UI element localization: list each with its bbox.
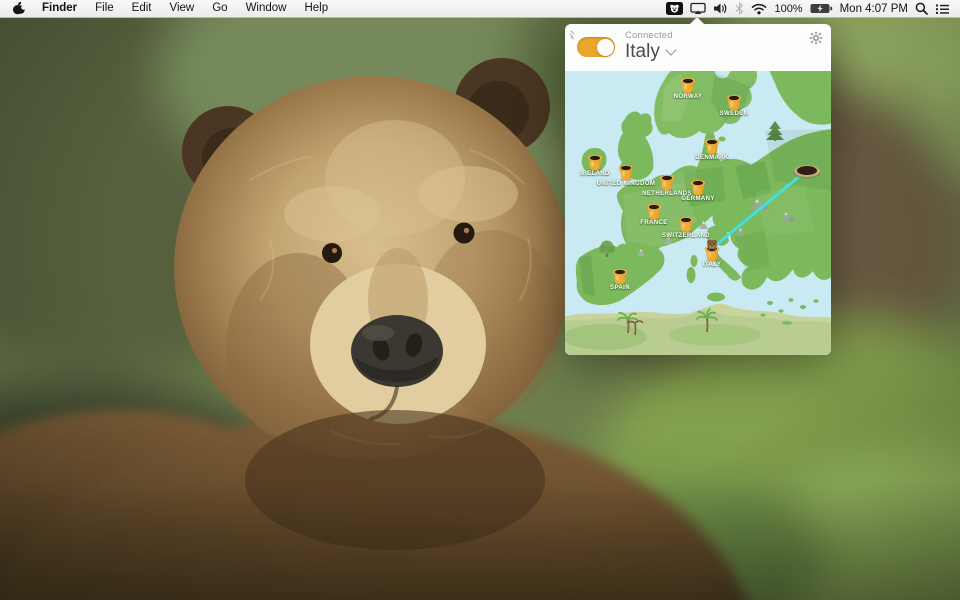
menu-item-file[interactable]: File — [86, 2, 123, 14]
battery-charging-icon — [810, 3, 833, 14]
menu-bar-clock[interactable]: Mon 4:07 PM — [840, 3, 908, 15]
country-label: IRELAND — [580, 171, 609, 177]
honey-pot-icon — [586, 146, 604, 171]
honey-pot-icon — [658, 166, 676, 191]
battery-percent: 100% — [774, 3, 802, 15]
europe-map: NORWAY SWEDEN DENMARK IRELAND UNITED KIN… — [565, 71, 831, 355]
gear-icon — [809, 31, 823, 45]
menu-item-edit[interactable]: Edit — [123, 2, 161, 14]
battery-icon[interactable] — [810, 3, 833, 14]
menu-bar-left: FinderFileEditViewGoWindowHelp — [0, 0, 337, 17]
wifi-icon[interactable] — [751, 3, 767, 15]
menu-bar-right: 100% Mon 4:07 PM — [666, 2, 960, 15]
wifi-fan-icon — [751, 3, 767, 15]
search-icon — [915, 2, 928, 15]
honey-pot-icon — [703, 130, 721, 155]
country-label: SWEDEN — [720, 111, 749, 117]
tunnelbear-menubar-icon[interactable] — [666, 2, 683, 15]
apple-menu[interactable] — [0, 1, 33, 16]
notification-center-icon[interactable] — [935, 3, 950, 15]
map-marker-sweden[interactable]: SWEDEN — [725, 86, 743, 111]
bluetooth-icon[interactable] — [735, 2, 744, 15]
apple-logo-icon — [12, 1, 25, 16]
speaker-icon — [713, 2, 728, 15]
country-label: NORWAY — [674, 94, 703, 100]
menu-item-window[interactable]: Window — [237, 2, 296, 14]
honey-pot-icon — [611, 260, 629, 285]
map-marker-norway[interactable]: NORWAY — [679, 71, 697, 94]
volume-icon[interactable] — [713, 2, 728, 15]
display-mirroring-icon[interactable] — [690, 2, 706, 15]
map-marker-united-kingdom[interactable]: UNITED KINGDOM — [617, 156, 635, 181]
selected-country: Italy — [625, 41, 660, 63]
toggle-knob — [597, 39, 614, 56]
map-marker-italy[interactable]: ITALY — [703, 237, 721, 262]
menu-item-help[interactable]: Help — [295, 2, 337, 14]
honey-pot-icon — [725, 86, 743, 111]
map-marker-ireland[interactable]: IRELAND — [586, 146, 604, 171]
country-label: GERMANY — [681, 196, 714, 202]
honey-pot-icon — [617, 156, 635, 181]
map-marker-germany[interactable]: GERMANY — [689, 171, 707, 196]
display-icon — [690, 2, 706, 15]
list-lines-icon — [935, 3, 950, 15]
panel-header: Connected Italy — [565, 24, 831, 71]
menu-item-finder[interactable]: Finder — [33, 2, 86, 14]
country-label: DENMARK — [695, 155, 728, 161]
map-marker-france[interactable]: FRANCE — [645, 195, 663, 220]
desktop: FinderFileEditViewGoWindowHelp — [0, 0, 960, 600]
honey-pot-icon — [703, 237, 721, 262]
map-marker-netherlands[interactable]: NETHERLANDS — [658, 166, 676, 191]
map-marker-denmark[interactable]: DENMARK — [703, 130, 721, 155]
country-label: UNITED KINGDOM — [597, 181, 656, 187]
honey-pot-icon — [679, 71, 697, 94]
tunnelbear-panel: Connected Italy — [565, 17, 831, 355]
menu-item-view[interactable]: View — [161, 2, 204, 14]
country-label: ITALY — [703, 262, 721, 268]
chevron-down-icon — [665, 44, 676, 55]
header-text: Connected Italy — [625, 30, 675, 63]
vpn-toggle[interactable] — [577, 37, 615, 57]
map-marker-switzerland[interactable]: SWITZERLAND — [677, 208, 695, 233]
panel-body: Connected Italy — [565, 24, 831, 355]
bluetooth-glyph-icon — [735, 2, 744, 15]
country-selector[interactable]: Italy — [625, 41, 675, 63]
honey-pot-icon — [677, 208, 695, 233]
spotlight-search-icon[interactable] — [915, 2, 928, 15]
settings-gear-button[interactable] — [809, 31, 823, 50]
honey-pot-icon — [689, 171, 707, 196]
tunnelbear-bear-icon — [666, 2, 683, 15]
country-label: SPAIN — [610, 285, 630, 291]
connection-status-label: Connected — [625, 30, 675, 41]
map-art — [565, 71, 831, 355]
honey-pot-icon — [645, 195, 663, 220]
country-label: FRANCE — [640, 220, 667, 226]
menu-item-go[interactable]: Go — [203, 2, 236, 14]
map-marker-spain[interactable]: SPAIN — [611, 260, 629, 285]
menu-items: FinderFileEditViewGoWindowHelp — [33, 0, 337, 17]
menu-bar: FinderFileEditViewGoWindowHelp — [0, 0, 960, 18]
